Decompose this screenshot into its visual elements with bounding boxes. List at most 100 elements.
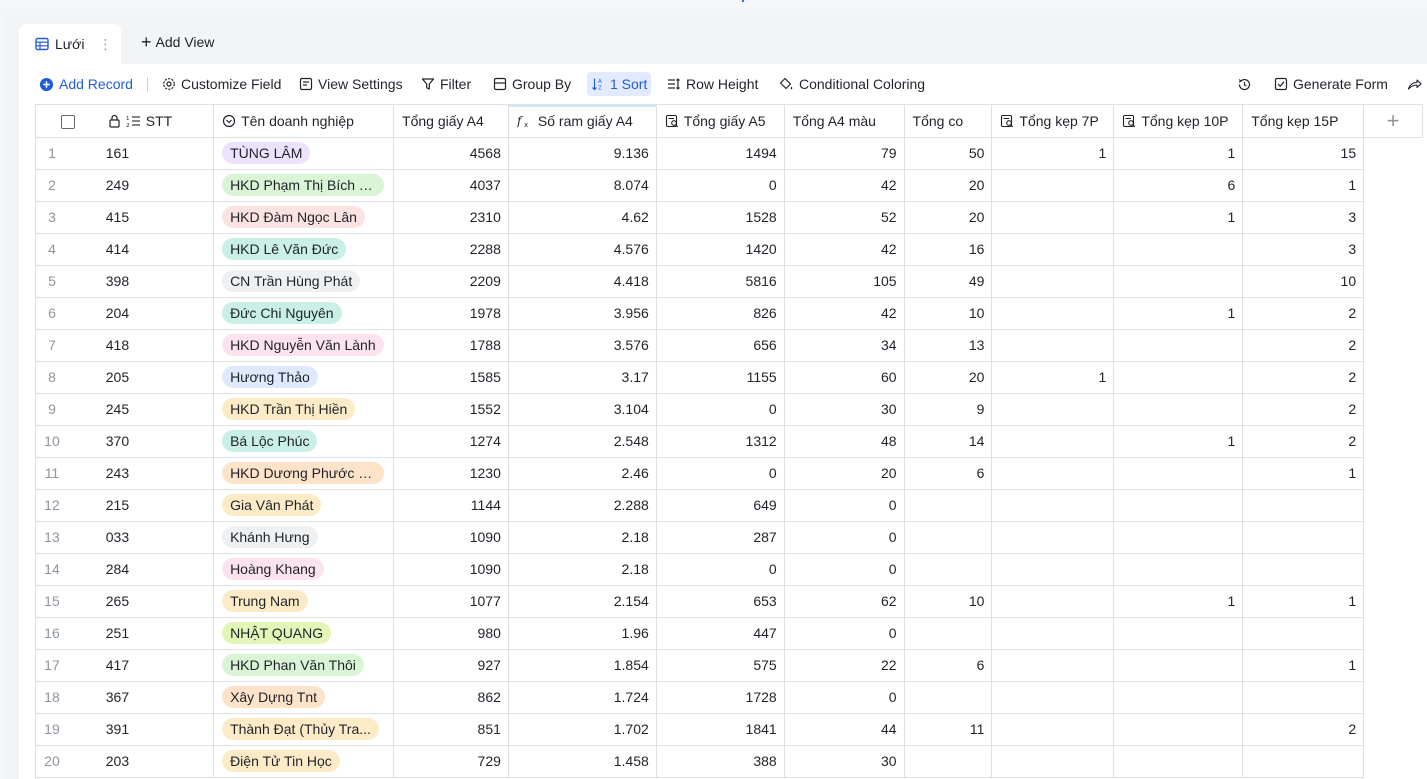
cell-a4[interactable]: 927 [393, 649, 509, 682]
row-height-button[interactable]: Row Height [667, 72, 758, 96]
cell-co[interactable] [904, 745, 993, 778]
cell-k10[interactable]: 6 [1113, 169, 1244, 202]
select-all-cell[interactable] [36, 105, 100, 138]
cell-a4[interactable]: 1978 [393, 297, 509, 330]
cell-k7[interactable] [991, 169, 1115, 202]
cell-a4c[interactable]: 60 [784, 361, 905, 394]
conditional-coloring-button[interactable]: Conditional Coloring [779, 72, 925, 96]
cell-co[interactable]: 20 [904, 361, 993, 394]
cell-co[interactable]: 14 [904, 425, 993, 458]
cell-name[interactable]: HKD Trần Thị Hiền [213, 393, 395, 426]
cell-k7[interactable] [991, 233, 1115, 266]
table-row[interactable]: 16 251 NHẬT QUANG 980 1.96 447 0 [36, 617, 1423, 650]
cell-a5[interactable]: 575 [656, 649, 785, 682]
cell-a4[interactable]: 2209 [393, 265, 509, 298]
table-row[interactable]: 15 265 Trung Nam 1077 2.154 653 62 10 1 1 [36, 585, 1423, 618]
cell-a5[interactable]: 1420 [656, 233, 785, 266]
cell-a4c[interactable]: 30 [784, 745, 905, 778]
cell-name[interactable]: Khánh Hưng [213, 521, 395, 554]
cell-name[interactable]: CN Trần Hùng Phát [213, 265, 395, 298]
cell-ram[interactable]: 2.18 [508, 553, 657, 586]
cell-stt[interactable]: 414 [99, 233, 215, 266]
cell-stt[interactable]: 033 [99, 521, 215, 554]
cell-k15[interactable]: 15 [1242, 137, 1365, 170]
cell-a4c[interactable]: 79 [784, 137, 905, 170]
cell-k15[interactable]: 1 [1242, 585, 1365, 618]
cell-a4c[interactable]: 34 [784, 329, 905, 362]
cell-ram[interactable]: 1.702 [508, 713, 657, 746]
cell-stt[interactable]: 204 [99, 297, 215, 330]
col-header-kep7[interactable]: Tổng kẹp 7P [991, 105, 1115, 138]
cell-name[interactable]: HKD Phạm Thị Bích T... [213, 169, 395, 202]
cell-a4c[interactable]: 20 [784, 457, 905, 490]
cell-a4[interactable]: 4037 [393, 169, 509, 202]
cell-stt[interactable]: 284 [99, 553, 215, 586]
cell-k10[interactable] [1113, 713, 1244, 746]
cell-k7[interactable] [991, 265, 1115, 298]
cell-k15[interactable]: 1 [1242, 457, 1365, 490]
cell-k7[interactable] [991, 585, 1115, 618]
table-row[interactable]: 20 203 Điện Tử Tin Học 729 1.458 388 30 [36, 745, 1423, 778]
cell-k15[interactable]: 2 [1242, 297, 1365, 330]
cell-k10[interactable]: 1 [1113, 297, 1244, 330]
generate-form-button[interactable]: Generate Form [1274, 72, 1388, 96]
cell-stt[interactable]: 161 [99, 137, 215, 170]
cell-stt[interactable]: 203 [99, 745, 215, 778]
cell-ram[interactable]: 1.724 [508, 681, 657, 714]
cell-ram[interactable]: 4.62 [508, 201, 657, 234]
cell-co[interactable]: 49 [904, 265, 993, 298]
cell-name[interactable]: Thành Đạt (Thủy Tra... [213, 713, 395, 746]
cell-a4[interactable]: 980 [393, 617, 509, 650]
cell-ram[interactable]: 3.576 [508, 329, 657, 362]
add-record-button[interactable]: Add Record [39, 72, 133, 96]
cell-k10[interactable] [1113, 489, 1244, 522]
cell-ram[interactable]: 3.17 [508, 361, 657, 394]
tab-grid-view[interactable]: Lưới ⋮ [19, 24, 121, 64]
cell-k15[interactable] [1242, 745, 1365, 778]
cell-name[interactable]: HKD Lê Văn Đức [213, 233, 395, 266]
cell-name[interactable]: HKD Đàm Ngọc Lân [213, 201, 395, 234]
cell-a4c[interactable]: 0 [784, 521, 905, 554]
cell-a5[interactable]: 826 [656, 297, 785, 330]
share-button[interactable] [1407, 72, 1427, 96]
cell-a4c[interactable]: 42 [784, 297, 905, 330]
cell-ram[interactable]: 2.548 [508, 425, 657, 458]
cell-name[interactable]: TÙNG LÂM [213, 137, 395, 170]
cell-name[interactable]: HKD Dương Phước Hải [213, 457, 395, 490]
cell-k15[interactable]: 1 [1242, 169, 1365, 202]
cell-k15[interactable]: 2 [1242, 425, 1365, 458]
cell-k15[interactable] [1242, 521, 1365, 554]
cell-k7[interactable] [991, 713, 1115, 746]
cell-k15[interactable]: 3 [1242, 201, 1365, 234]
tab-more-icon[interactable]: ⋮ [98, 36, 112, 53]
cell-name[interactable]: HKD Phan Văn Thôi [213, 649, 395, 682]
cell-a4c[interactable]: 22 [784, 649, 905, 682]
cell-a5[interactable]: 388 [656, 745, 785, 778]
cell-a5[interactable]: 653 [656, 585, 785, 618]
cell-co[interactable] [904, 617, 993, 650]
cell-a4[interactable]: 1077 [393, 585, 509, 618]
table-row[interactable]: 14 284 Hoàng Khang 1090 2.18 0 0 [36, 553, 1423, 586]
cell-a4[interactable]: 1552 [393, 393, 509, 426]
table-row[interactable]: 7 418 HKD Nguyễn Văn Lành 1788 3.576 656 34 13 2 [36, 329, 1423, 362]
cell-a4[interactable]: 1090 [393, 521, 509, 554]
cell-k7[interactable] [991, 521, 1115, 554]
cell-a5[interactable]: 0 [656, 553, 785, 586]
cell-ram[interactable]: 4.418 [508, 265, 657, 298]
cell-co[interactable]: 20 [904, 201, 993, 234]
cell-k10[interactable] [1113, 329, 1244, 362]
cell-ram[interactable]: 1.96 [508, 617, 657, 650]
filter-button[interactable]: Filter [421, 72, 471, 96]
col-header-kep10[interactable]: Tổng kẹp 10P [1113, 105, 1244, 138]
cell-name[interactable]: Điện Tử Tin Học [213, 745, 395, 778]
table-row[interactable]: 2 249 HKD Phạm Thị Bích T... 4037 8.074 0 42 20… [36, 169, 1423, 202]
add-view-button[interactable]: + Add View [141, 33, 214, 51]
cell-a4[interactable]: 1144 [393, 489, 509, 522]
view-settings-button[interactable]: View Settings [299, 72, 403, 96]
cell-k15[interactable]: 10 [1242, 265, 1365, 298]
cell-a5[interactable]: 1155 [656, 361, 785, 394]
col-header-a4[interactable]: Tổng giấy A4 [393, 105, 509, 138]
cell-k10[interactable] [1113, 745, 1244, 778]
cell-name[interactable]: Trung Nam [213, 585, 395, 618]
cell-k15[interactable] [1242, 681, 1365, 714]
